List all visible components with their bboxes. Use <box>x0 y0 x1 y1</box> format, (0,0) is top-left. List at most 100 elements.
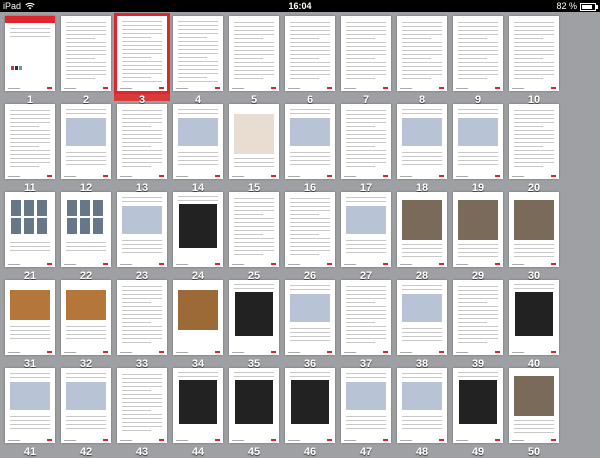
text-line <box>10 250 50 251</box>
text-line <box>122 322 151 323</box>
page-thumbnail[interactable] <box>229 280 279 355</box>
page-thumbnail[interactable] <box>117 192 167 267</box>
text-line <box>66 152 106 153</box>
page-thumbnail[interactable] <box>453 368 503 443</box>
page-thumbnail[interactable] <box>5 280 55 355</box>
footer-logo <box>383 439 388 441</box>
page-thumbnail[interactable] <box>173 192 223 267</box>
text-line <box>514 66 554 67</box>
text-line <box>122 197 162 198</box>
page-thumbnail[interactable] <box>61 368 111 443</box>
text-line <box>346 50 386 51</box>
page-thumbnail[interactable] <box>61 192 111 267</box>
text-line <box>122 286 162 287</box>
page-thumbnail[interactable] <box>285 104 335 179</box>
text-line <box>402 34 442 35</box>
page-thumbnail[interactable] <box>453 104 503 179</box>
page-thumbnail[interactable] <box>173 16 223 91</box>
page-footer <box>8 176 20 177</box>
footer-logo <box>551 439 556 441</box>
image-block <box>514 376 554 416</box>
page-thumbnail[interactable] <box>173 280 223 355</box>
page-thumbnail[interactable] <box>509 368 559 443</box>
text-line <box>178 69 218 70</box>
page-thumbnail[interactable] <box>5 104 55 179</box>
page-thumbnail[interactable] <box>285 192 335 267</box>
text-line <box>514 142 554 143</box>
page-thumbnail[interactable] <box>229 104 279 179</box>
text-line <box>290 109 330 110</box>
text-line <box>178 41 218 42</box>
page-thumbnail[interactable] <box>341 104 391 179</box>
page-thumbnail[interactable] <box>61 104 111 179</box>
text-line <box>66 34 106 35</box>
text-line <box>346 46 386 47</box>
page-thumbnail[interactable] <box>341 368 391 443</box>
text-line <box>290 164 330 165</box>
page-thumbnail[interactable] <box>285 368 335 443</box>
text-line <box>122 166 151 167</box>
page-thumbnail[interactable] <box>61 16 111 91</box>
text-line <box>66 242 106 243</box>
text-line <box>514 288 554 289</box>
page-thumbnail[interactable] <box>341 16 391 91</box>
text-line <box>122 110 162 111</box>
page-thumbnail[interactable] <box>5 192 55 267</box>
page-thumbnail[interactable] <box>341 280 391 355</box>
page-thumbnail[interactable] <box>229 16 279 91</box>
page-thumbnail[interactable] <box>453 280 503 355</box>
page-thumbnail[interactable] <box>117 280 167 355</box>
image-block <box>67 200 77 216</box>
page-thumbnail[interactable] <box>397 192 447 267</box>
page-thumbnail[interactable] <box>61 280 111 355</box>
page-thumbnail[interactable] <box>285 280 335 355</box>
footer-logo <box>495 439 500 441</box>
page-thumbnail[interactable] <box>397 104 447 179</box>
text-line <box>402 152 442 153</box>
page-thumbnail[interactable] <box>341 192 391 267</box>
page-thumbnail[interactable] <box>173 104 223 179</box>
page-thumbnail[interactable] <box>397 368 447 443</box>
text-line <box>514 252 554 253</box>
page-thumbnail[interactable] <box>5 16 55 91</box>
page-thumbnail[interactable] <box>114 13 170 94</box>
text-line <box>514 118 554 119</box>
page-thumbnail-grid[interactable]: 1 2 3 4 5 6 7 8 9 10 11 12 13 14 15 16 17 18 19 20 21 22 23 24 2… <box>0 12 600 458</box>
page-footer <box>344 440 356 441</box>
text-line <box>346 114 386 115</box>
page-thumbnail[interactable] <box>5 368 55 443</box>
page-thumbnail[interactable] <box>509 280 559 355</box>
text-line <box>402 113 442 114</box>
page-thumbnail[interactable] <box>453 16 503 91</box>
page-thumbnail[interactable] <box>453 192 503 267</box>
page-thumbnail[interactable] <box>229 368 279 443</box>
text-line <box>402 285 442 286</box>
page-thumbnail[interactable] <box>397 280 447 355</box>
page-thumbnail[interactable] <box>509 16 559 91</box>
text-line <box>346 290 386 291</box>
page-number: 50 <box>527 446 541 458</box>
text-line <box>346 314 386 315</box>
page-footer <box>64 440 76 441</box>
page-number: 45 <box>247 446 261 458</box>
text-line <box>66 50 106 51</box>
page-thumbnail[interactable] <box>229 192 279 267</box>
footer-logo <box>439 87 444 89</box>
page-thumbnail[interactable] <box>173 368 223 443</box>
text-line <box>346 30 386 31</box>
text-line <box>458 113 498 114</box>
text-line <box>10 166 39 167</box>
text-line <box>234 242 274 243</box>
page-thumbnail[interactable] <box>117 368 167 443</box>
text-line <box>178 65 218 66</box>
page-thumbnail[interactable] <box>117 104 167 179</box>
page-thumbnail[interactable] <box>285 16 335 91</box>
page-thumbnail[interactable] <box>509 104 559 179</box>
text-line <box>458 342 487 343</box>
text-line <box>346 142 386 143</box>
text-line <box>290 210 330 211</box>
battery-percent: 82 % <box>556 1 577 11</box>
page-thumbnail[interactable] <box>509 192 559 267</box>
page-thumbnail[interactable] <box>397 16 447 91</box>
image-block <box>402 382 442 410</box>
